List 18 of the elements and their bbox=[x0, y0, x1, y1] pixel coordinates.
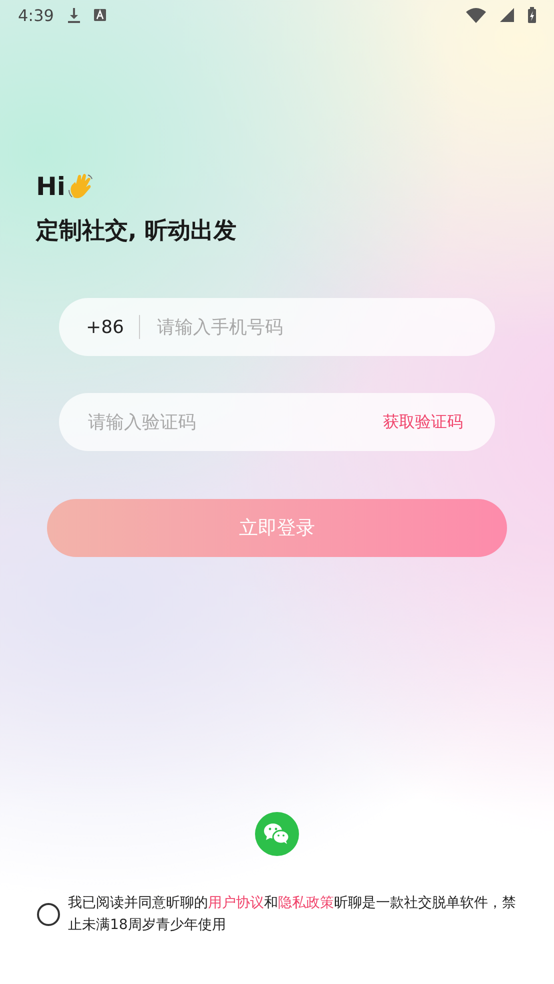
agreement-link[interactable]: 隐私政策 bbox=[278, 895, 334, 911]
phone-field[interactable]: +86 请输入手机号码 bbox=[59, 298, 495, 356]
signal-icon bbox=[500, 8, 514, 22]
agree-checkbox[interactable] bbox=[37, 902, 60, 926]
battery-icon bbox=[528, 7, 536, 23]
keyboard-app-icon bbox=[94, 9, 106, 21]
download-icon bbox=[68, 7, 80, 23]
country-code[interactable]: +86 bbox=[86, 316, 124, 338]
waving-hand-icon bbox=[68, 172, 94, 200]
greeting-title: Hi bbox=[36, 172, 66, 201]
greeting-subtitle: 定制社交, 昕动出发 bbox=[36, 217, 238, 246]
agreement-text: 我已阅读并同意昕聊的用户协议和隐私政策昕聊是一款社交脱单软件，禁止未满18周岁青少年使用 bbox=[68, 894, 517, 935]
agreement-link[interactable]: 用户协议 bbox=[208, 895, 264, 911]
login-button[interactable]: 立即登录 bbox=[47, 499, 507, 557]
wifi-icon bbox=[466, 8, 486, 22]
get-code-button[interactable]: 获取验证码 bbox=[383, 412, 463, 432]
status-time: 4:39 bbox=[18, 6, 54, 24]
code-field[interactable]: 请输入验证码 获取验证码 bbox=[59, 393, 495, 451]
